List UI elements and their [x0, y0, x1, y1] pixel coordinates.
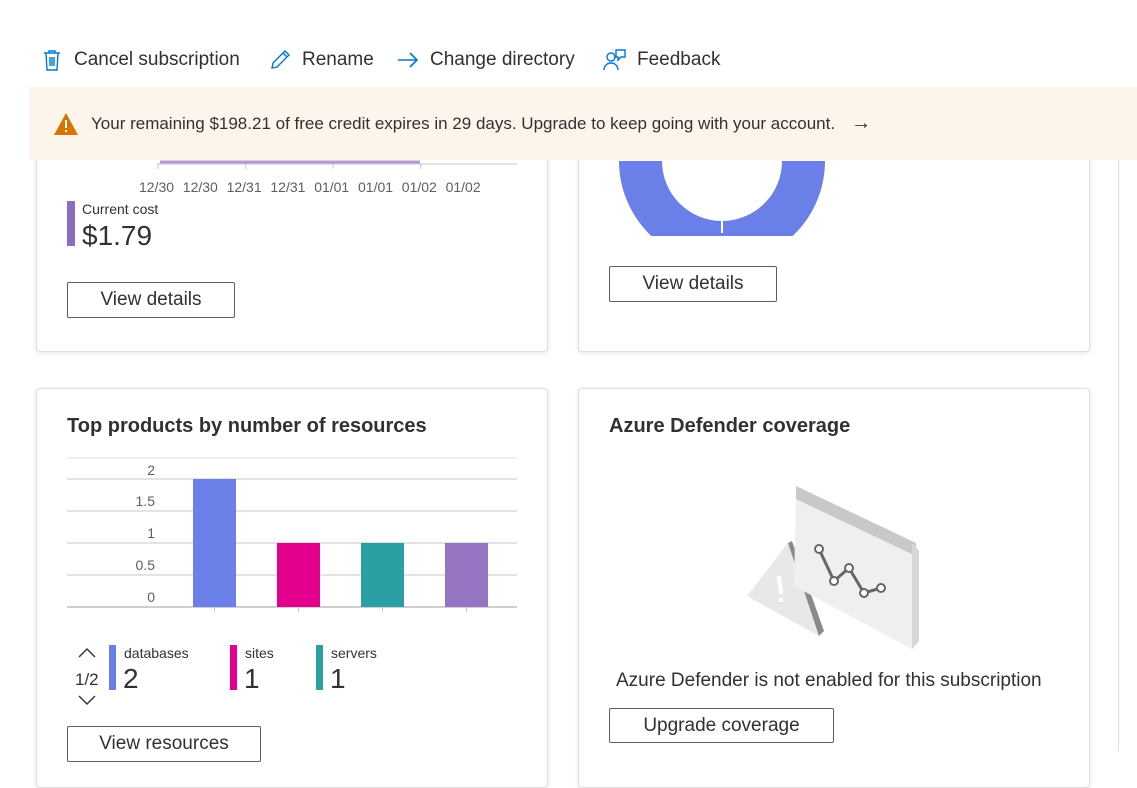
view-donut-details-button[interactable]: View details	[609, 266, 777, 302]
bar-servers	[361, 543, 404, 607]
y-tick-label: 1	[147, 525, 155, 541]
azure-defender-card: Azure Defender coverage Azure Defender i…	[578, 388, 1090, 788]
feedback-button[interactable]: Feedback	[603, 36, 720, 84]
legend-color-servers	[316, 645, 323, 690]
change-directory-label: Change directory	[430, 49, 575, 70]
current-cost-value: $1.79	[82, 220, 153, 251]
top-products-bar-chart: 2 1.5 1 0.5 0	[67, 457, 517, 612]
top-products-title: Top products by number of resources	[67, 415, 427, 437]
bar-databases	[193, 479, 236, 607]
y-tick-label: 1.5	[136, 493, 156, 509]
azure-defender-title: Azure Defender coverage	[609, 415, 851, 437]
cost-x-tick-label: 01/02	[401, 179, 437, 195]
legend-color-sites	[230, 645, 237, 690]
view-resources-button[interactable]: View resources	[67, 726, 261, 762]
feedback-label: Feedback	[637, 49, 721, 70]
cancel-subscription-button[interactable]: Cancel subscription	[40, 36, 240, 84]
legend-value: 2	[123, 663, 139, 694]
legend-label: sites	[245, 645, 274, 661]
cost-x-tick-label: 12/30	[182, 179, 218, 195]
scrollbar-track[interactable]	[1118, 160, 1119, 751]
arrow-right-icon	[398, 52, 419, 68]
current-cost-legend-bar	[67, 201, 75, 246]
legend-label: databases	[124, 645, 189, 661]
defender-message: Azure Defender is not enabled for this s…	[616, 670, 1042, 691]
pager-text: 1/2	[75, 670, 99, 689]
legend-value: 1	[244, 663, 260, 694]
pager-down-icon[interactable]	[77, 694, 97, 713]
trash-icon	[44, 50, 60, 71]
cost-x-tick-label: 01/02	[445, 179, 481, 195]
cost-x-tick-label: 01/01	[358, 179, 394, 195]
top-products-card: Top products by number of resources 2 1.5…	[36, 388, 548, 788]
pencil-icon	[271, 50, 290, 69]
free-credit-banner: Your remaining $198.21 of free credit ex…	[29, 87, 1137, 160]
view-cost-details-button[interactable]: View details	[67, 282, 235, 318]
current-cost-label: Current cost	[82, 201, 159, 217]
banner-arrow-icon[interactable]: →	[851, 112, 871, 135]
upgrade-coverage-button[interactable]: Upgrade coverage	[609, 708, 834, 743]
rename-button[interactable]: Rename	[268, 36, 374, 84]
legend-color-databases	[109, 645, 116, 690]
legend-value: 1	[330, 663, 346, 694]
y-tick-label: 0	[147, 589, 155, 605]
legend-label: servers	[331, 645, 377, 661]
cost-x-tick-label: 12/31	[226, 179, 262, 195]
command-bar: Cancel subscription Rename Change direct…	[0, 36, 1137, 84]
y-tick-label: 2	[147, 462, 155, 478]
defender-illustration-icon	[747, 486, 919, 649]
y-tick-label: 0.5	[136, 557, 156, 573]
feedback-icon	[603, 49, 626, 71]
cost-x-tick-label: 01/01	[314, 179, 350, 195]
warning-icon	[54, 112, 78, 135]
bar-sites	[277, 543, 320, 607]
cancel-subscription-label: Cancel subscription	[74, 49, 240, 70]
banner-message: Your remaining $198.21 of free credit ex…	[91, 113, 836, 133]
cost-x-tick-label: 12/30	[139, 179, 175, 195]
change-directory-button[interactable]: Change directory	[396, 36, 575, 84]
pager-up-icon[interactable]	[77, 645, 97, 664]
cost-x-tick-label: 12/31	[270, 179, 306, 195]
rename-label: Rename	[302, 49, 374, 70]
bar-other	[445, 543, 488, 607]
